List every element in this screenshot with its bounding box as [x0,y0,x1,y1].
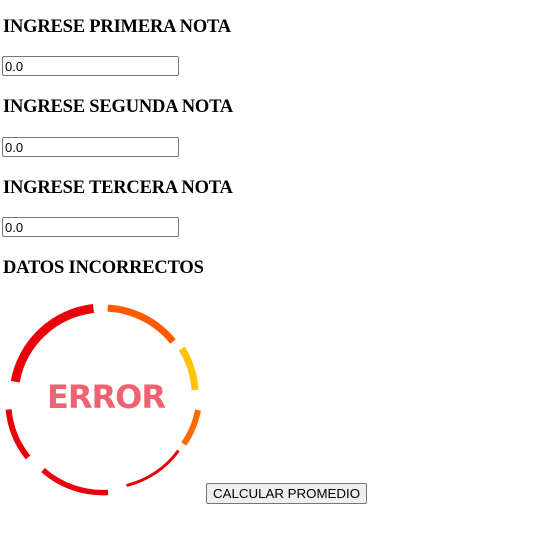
label-segunda-nota: INGRESE SEGUNDA NOTA [3,97,234,117]
ring-segment [181,409,201,446]
status-message: DATOS INCORRECTOS [3,258,204,278]
primera-nota-input[interactable] [2,56,179,76]
ring-segment [10,304,95,383]
label-tercera-nota: INGRESE TERCERA NOTA [3,178,233,198]
tercera-nota-input[interactable] [2,217,179,237]
calcular-promedio-button[interactable]: CALCULAR PROMEDIO [206,483,368,504]
segunda-nota-input[interactable] [2,137,179,157]
ring-segment [107,304,176,344]
error-ring-icon: ERROR [2,297,204,499]
ring-segment [126,449,180,487]
ring-segment [178,346,199,391]
label-primera-nota: INGRESE PRIMERA NOTA [3,17,231,37]
error-text: ERROR [47,378,166,416]
ring-segment [5,409,31,460]
ring-segment [41,467,109,496]
